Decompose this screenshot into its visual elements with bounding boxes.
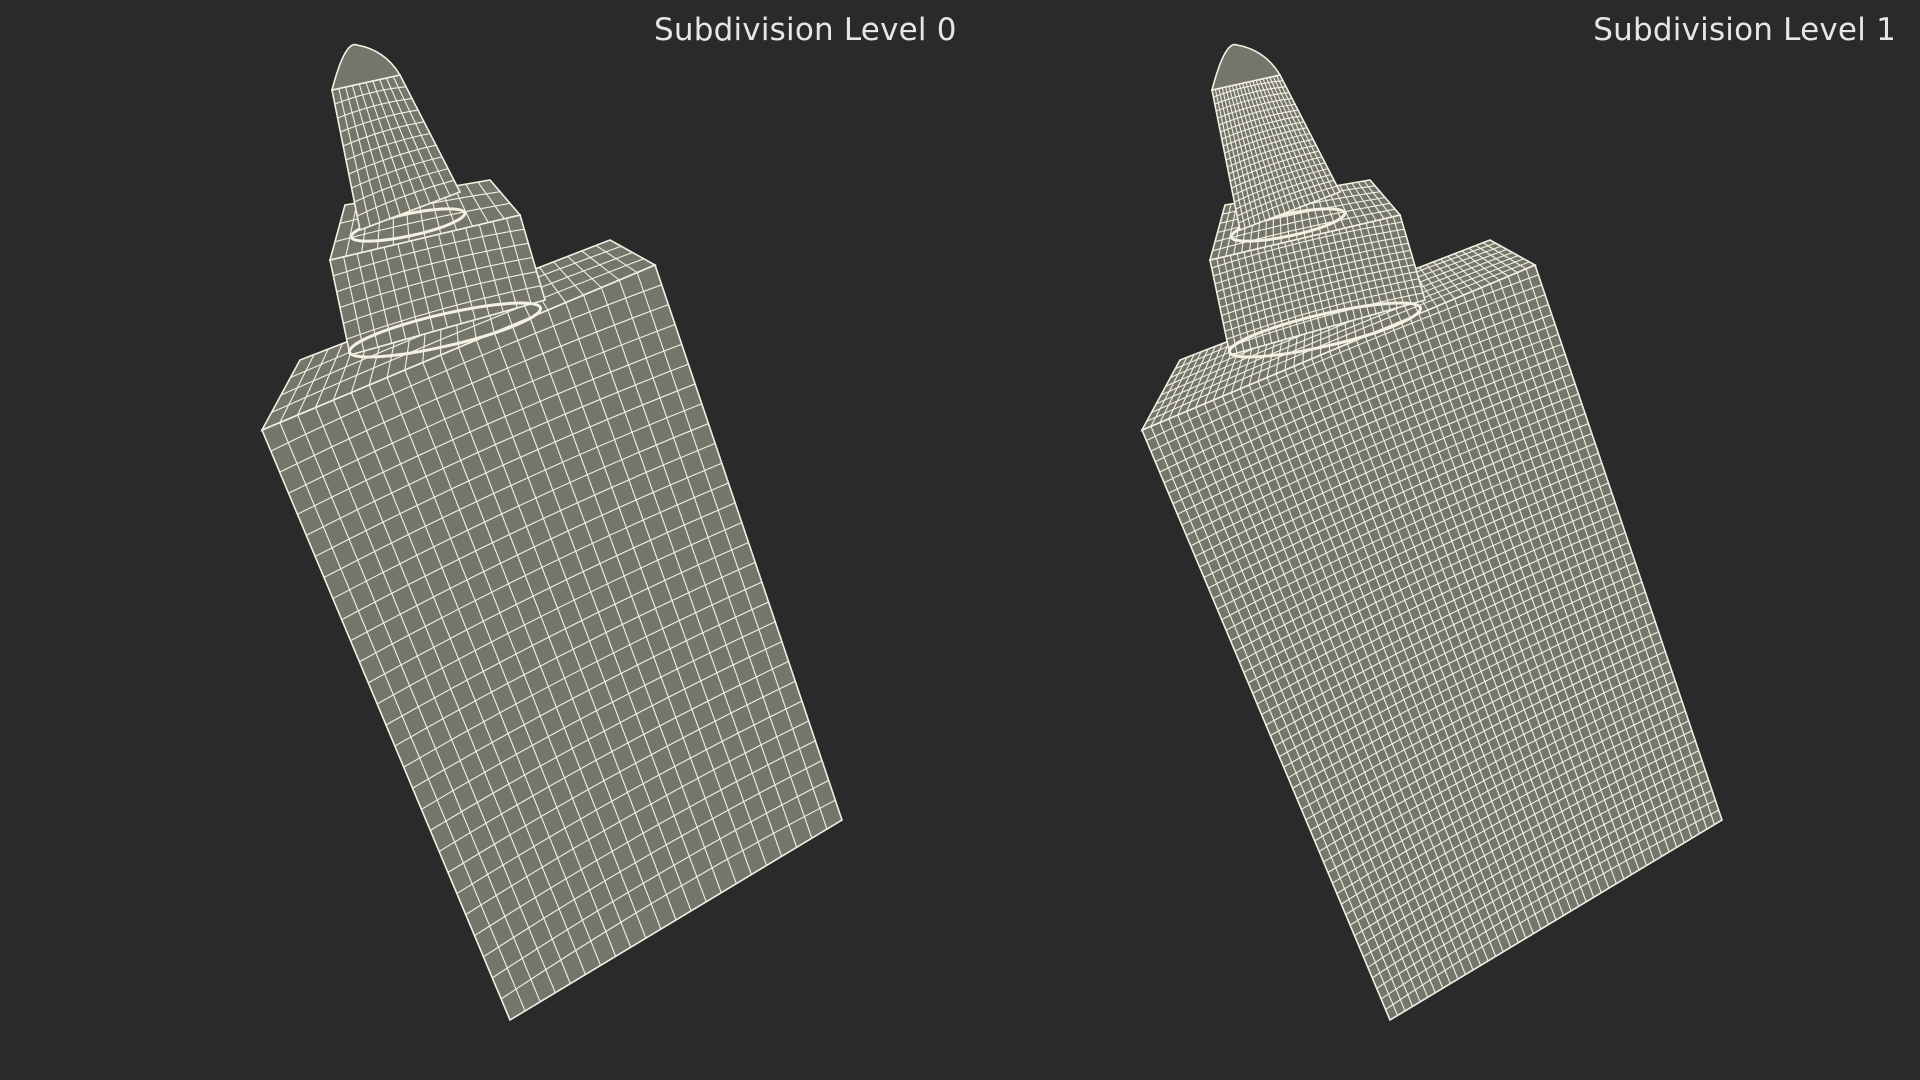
bottle-model-subdivision-0 [260, 43, 843, 1022]
wireframe-render [260, 43, 1723, 1022]
render-stage: Subdivision Level 0 Subdivision Level 1 [0, 0, 1920, 1080]
viewport-label-right: Subdivision Level 1 [1593, 12, 1896, 48]
viewport-label-left: Subdivision Level 0 [654, 12, 957, 48]
bottle-model-subdivision-1 [1140, 43, 1723, 1022]
